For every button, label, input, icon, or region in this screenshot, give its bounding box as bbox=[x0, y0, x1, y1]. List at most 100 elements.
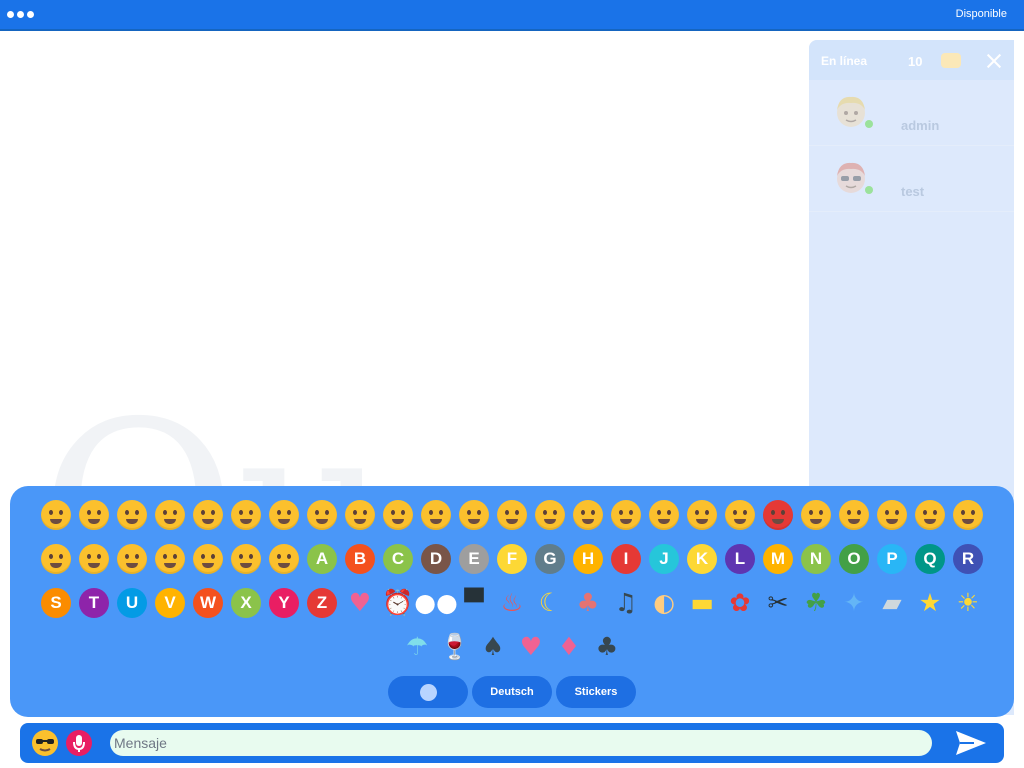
emoji-letter-f[interactable]: F bbox=[495, 542, 529, 576]
emoji-heart-eyes-icon[interactable] bbox=[571, 498, 605, 532]
emoji-confounded-icon[interactable] bbox=[191, 498, 225, 532]
emoji-letter-y[interactable]: Y bbox=[267, 586, 301, 620]
emoji-mushroom-icon[interactable]: ♣ bbox=[571, 586, 605, 620]
user-row-test[interactable]: test bbox=[809, 146, 1014, 212]
emoji-worried-icon[interactable] bbox=[229, 542, 263, 576]
emoji-pensive-icon[interactable] bbox=[723, 498, 757, 532]
emoji-wine-icon[interactable]: 🍷 bbox=[438, 630, 472, 664]
send-icon[interactable] bbox=[954, 729, 988, 757]
emoji-halo-icon[interactable] bbox=[533, 498, 567, 532]
emoji-smoking-icon[interactable]: ▰ bbox=[875, 586, 909, 620]
emoji-grinning-icon[interactable] bbox=[495, 498, 529, 532]
microphone-icon[interactable] bbox=[66, 730, 92, 756]
emoji-two-hearts-icon[interactable]: ♥ bbox=[343, 586, 377, 620]
emoji-letter-o[interactable]: O bbox=[837, 542, 871, 576]
emoji-smile-icon[interactable] bbox=[39, 498, 73, 532]
emoji-crescent-moon-icon[interactable]: ☾ bbox=[533, 586, 567, 620]
menu-dots-icon[interactable] bbox=[7, 11, 34, 18]
emoji-letter-m[interactable]: M bbox=[761, 542, 795, 576]
emoji-tongue-icon[interactable] bbox=[39, 542, 73, 576]
emoji-rose-icon[interactable]: ✿ bbox=[723, 586, 757, 620]
emoji-letter-x[interactable]: X bbox=[229, 586, 263, 620]
emoji-dizzy-icon[interactable] bbox=[343, 498, 377, 532]
face-eye bbox=[249, 510, 253, 515]
emoji-top-hat-icon[interactable]: ▀ bbox=[457, 586, 491, 620]
emoji-star-icon[interactable]: ★ bbox=[913, 586, 947, 620]
emoji-eyes-icon[interactable]: ●● bbox=[414, 586, 458, 620]
emoji-shocked-icon[interactable] bbox=[77, 498, 111, 532]
emoji-open-mouth-icon[interactable] bbox=[685, 498, 719, 532]
emoji-hot-springs-icon[interactable]: ♨ bbox=[495, 586, 529, 620]
face-eye bbox=[315, 510, 319, 515]
tab-stickers[interactable]: Stickers bbox=[556, 676, 636, 708]
emoji-wink-tongue-icon[interactable] bbox=[77, 542, 111, 576]
emoji-letter-r[interactable]: R bbox=[951, 542, 985, 576]
emoji-slight-smile-icon[interactable] bbox=[875, 498, 909, 532]
emoji-spade-icon[interactable]: ♠ bbox=[476, 630, 510, 664]
tab-language[interactable]: Deutsch bbox=[472, 676, 552, 708]
emoji-letter-c[interactable]: C bbox=[381, 542, 415, 576]
emoji-unamused-icon[interactable] bbox=[115, 542, 149, 576]
emoji-rolling-eyes-icon[interactable] bbox=[837, 498, 871, 532]
emoji-letter-n[interactable]: N bbox=[799, 542, 833, 576]
emoji-sun-icon[interactable]: ☀ bbox=[951, 586, 985, 620]
emoji-letter-d[interactable]: D bbox=[419, 542, 453, 576]
emoji-letter-p[interactable]: P bbox=[875, 542, 909, 576]
emoji-sunglasses-icon[interactable] bbox=[951, 498, 985, 532]
emoji-umbrella-icon[interactable]: ☂ bbox=[400, 630, 434, 664]
emoji-disappointed-icon[interactable] bbox=[305, 498, 339, 532]
emoji-sparkle-icon[interactable]: ✦ bbox=[837, 586, 871, 620]
emoji-angry-icon[interactable] bbox=[761, 498, 795, 532]
message-input[interactable] bbox=[110, 730, 932, 756]
emoji-letter-a[interactable]: A bbox=[305, 542, 339, 576]
emoji-laughing-icon[interactable] bbox=[647, 498, 681, 532]
emoji-alarm-clock-icon[interactable]: ⏰ bbox=[381, 586, 415, 620]
emoji-letter-t[interactable]: T bbox=[77, 586, 111, 620]
emoji-letter-i[interactable]: I bbox=[609, 542, 643, 576]
emoji-grimacing-icon[interactable] bbox=[457, 498, 491, 532]
close-icon[interactable] bbox=[985, 52, 1003, 70]
emoji-letter-v[interactable]: V bbox=[153, 586, 187, 620]
emoji-letter-e[interactable]: E bbox=[457, 542, 491, 576]
emoji-letter-s[interactable]: S bbox=[39, 586, 73, 620]
emoji-scissors-icon[interactable]: ✂ bbox=[761, 586, 795, 620]
emoji-heart-icon[interactable]: ♥ bbox=[514, 630, 548, 664]
emoji-letter-z[interactable]: Z bbox=[305, 586, 339, 620]
emoji-confused-icon[interactable] bbox=[229, 498, 263, 532]
emoji-sweat-icon[interactable] bbox=[153, 498, 187, 532]
emoji-musical-note-icon[interactable]: ♫ bbox=[609, 586, 643, 620]
emoji-weary-icon[interactable] bbox=[153, 542, 187, 576]
face-mouth bbox=[506, 519, 518, 524]
emoji-relieved-icon[interactable] bbox=[799, 498, 833, 532]
emoji-wink-icon[interactable] bbox=[191, 542, 225, 576]
emoji-letter-k[interactable]: K bbox=[685, 542, 719, 576]
emoji-letter-q[interactable]: Q bbox=[913, 542, 947, 576]
emoji-crying-icon[interactable] bbox=[267, 498, 301, 532]
emoji-frowning-icon[interactable] bbox=[419, 498, 453, 532]
emoji-palette-icon[interactable]: ◐ bbox=[647, 586, 681, 620]
emoji-toggle-icon[interactable] bbox=[30, 728, 60, 758]
emoji-diamond-icon[interactable]: ♦ bbox=[552, 630, 586, 664]
emoji-letter-j[interactable]: J bbox=[647, 542, 681, 576]
emoji-zipper-icon[interactable] bbox=[267, 542, 301, 576]
emoji-letter-w[interactable]: W bbox=[191, 586, 225, 620]
spade-glyph: ♠ bbox=[481, 632, 505, 661]
emoji-letter-l[interactable]: L bbox=[723, 542, 757, 576]
emoji-kissing-icon[interactable] bbox=[609, 498, 643, 532]
emoji-letter-u[interactable]: U bbox=[115, 586, 149, 620]
emoji-smirk-icon[interactable] bbox=[913, 498, 947, 532]
emoji-club-icon[interactable]: ♣ bbox=[590, 630, 624, 664]
emoji-bandaged-icon[interactable] bbox=[115, 498, 149, 532]
chat-badge-icon[interactable] bbox=[941, 53, 961, 68]
emoji-letter-h[interactable]: H bbox=[571, 542, 605, 576]
emoji-letter-g[interactable]: G bbox=[533, 542, 567, 576]
face-mouth bbox=[962, 519, 974, 524]
emoji-pill-icon[interactable]: ▬ bbox=[685, 586, 719, 620]
face-eye bbox=[87, 554, 91, 559]
status-label[interactable]: Disponible bbox=[956, 8, 1007, 20]
emoji-letter-b[interactable]: B bbox=[343, 542, 377, 576]
user-row-admin[interactable]: admin bbox=[809, 80, 1014, 146]
emoji-shamrock-icon[interactable]: ☘ bbox=[799, 586, 833, 620]
tab-emoji[interactable] bbox=[388, 676, 468, 708]
emoji-flushed-icon[interactable] bbox=[381, 498, 415, 532]
